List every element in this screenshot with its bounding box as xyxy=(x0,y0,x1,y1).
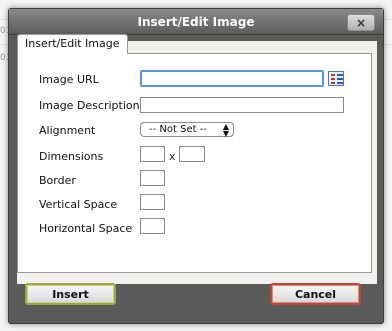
alignment-label: Alignment xyxy=(39,124,96,137)
dimensions-label: Dimensions xyxy=(39,150,104,163)
image-description-label: Image Description xyxy=(39,99,140,112)
image-url-input[interactable] xyxy=(140,70,324,87)
dimension-height-input[interactable] xyxy=(179,146,205,162)
image-url-label: Image URL xyxy=(39,73,99,86)
tab-insert-edit-image[interactable]: Insert/Edit Image xyxy=(17,34,128,54)
horizontal-space-label: Horizontal Space xyxy=(39,222,133,235)
dialog-title: Insert/Edit Image xyxy=(137,15,255,29)
cancel-button[interactable]: Cancel xyxy=(270,283,361,305)
alignment-select[interactable]: -- Not Set -- ▲ ▼ xyxy=(140,122,234,138)
border-input[interactable] xyxy=(140,170,165,186)
image-description-input[interactable] xyxy=(140,97,344,113)
browse-icon[interactable] xyxy=(328,71,344,86)
dimension-width-input[interactable] xyxy=(140,146,165,162)
border-label: Border xyxy=(39,174,76,187)
close-button[interactable]: × xyxy=(347,14,375,31)
dialog-titlebar[interactable]: Insert/Edit Image × xyxy=(9,9,383,35)
select-arrows-icon: ▲ ▼ xyxy=(222,122,229,138)
vertical-space-label: Vertical Space xyxy=(39,198,118,211)
vertical-space-input[interactable] xyxy=(140,194,165,210)
insert-button[interactable]: Insert xyxy=(25,283,116,305)
horizontal-space-input[interactable] xyxy=(140,218,165,234)
close-icon: × xyxy=(355,15,367,30)
dimensions-separator: x xyxy=(169,150,176,163)
alignment-selected-value: -- Not Set -- xyxy=(149,124,207,135)
